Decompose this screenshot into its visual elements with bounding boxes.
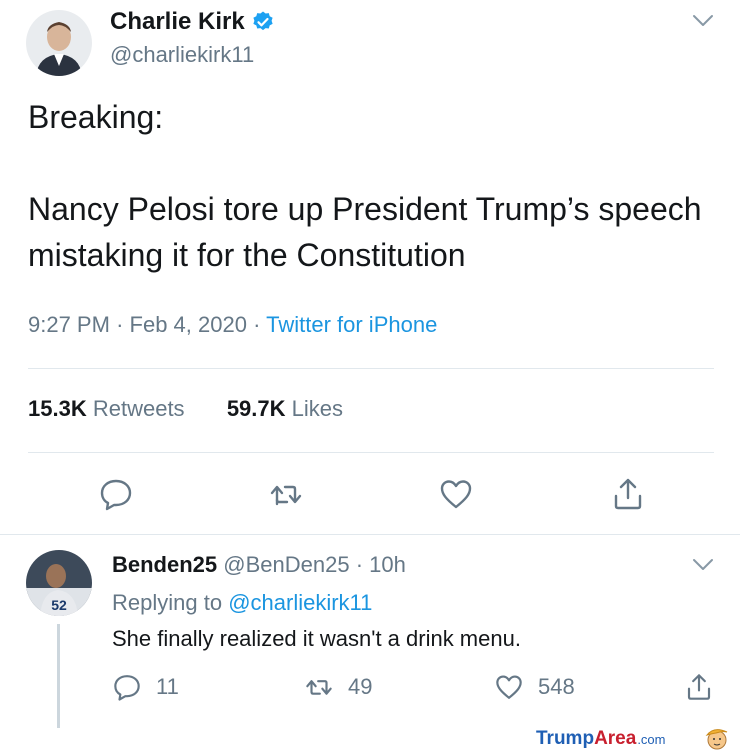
share-icon — [687, 674, 711, 700]
divider — [28, 368, 714, 369]
replying-to-mention-link[interactable]: @charliekirk11 — [228, 590, 372, 615]
likes-stat[interactable]: 59.7K Likes — [227, 396, 343, 421]
tweet-meta: 9:27 PM · Feb 4, 2020 · Twitter for iPho… — [28, 312, 437, 338]
reply-handle[interactable]: @BenDen25 — [223, 552, 349, 577]
reply-display-name[interactable]: Benden25 — [112, 552, 217, 577]
like-heart-icon[interactable] — [438, 476, 474, 512]
tweet-stats: 15.3K Retweets 59.7K Likes — [28, 396, 343, 422]
watermark-logo-icon — [704, 726, 730, 750]
retweet-icon[interactable] — [268, 476, 304, 512]
meta-separator: · — [355, 552, 364, 577]
thread-connector-line — [57, 624, 60, 728]
meta-separator: · — [116, 312, 124, 337]
svg-text:52: 52 — [51, 597, 67, 613]
retweets-stat[interactable]: 15.3K Retweets — [28, 396, 185, 421]
reply-like-button[interactable]: 548 — [494, 672, 575, 702]
retweet-count: 49 — [348, 674, 373, 699]
reply-reply-button[interactable]: 11 — [112, 672, 179, 702]
author-handle[interactable]: @charliekirk11 — [110, 42, 275, 68]
reply-header: Benden25 @BenDen25 · 10h — [112, 552, 406, 578]
tweet-text: Breaking: Nancy Pelosi tore up President… — [28, 99, 702, 273]
reply-icon[interactable] — [98, 476, 134, 512]
author-info: Charlie Kirk @charliekirk11 — [110, 8, 275, 68]
meta-separator: · — [253, 312, 261, 337]
more-options-chevron-down-icon[interactable] — [692, 14, 714, 28]
reply-icon — [114, 675, 140, 701]
reply-author-avatar[interactable]: 52 — [26, 550, 92, 616]
reply-age[interactable]: 10h — [369, 552, 406, 577]
like-count: 548 — [538, 674, 575, 699]
tweet-source-link[interactable]: Twitter for iPhone — [266, 312, 437, 337]
reply-count: 11 — [156, 674, 179, 699]
reply-retweet-button[interactable]: 49 — [304, 672, 372, 702]
reply-text: She finally realized it wasn't a drink m… — [112, 626, 521, 651]
divider — [0, 534, 740, 535]
reply-share-button[interactable] — [684, 672, 728, 702]
site-watermark: Trump Area .com — [536, 728, 666, 749]
retweet-icon — [306, 680, 332, 695]
replying-to-line: Replying to @charliekirk11 — [112, 590, 373, 615]
author-avatar[interactable] — [26, 10, 92, 76]
author-display-name[interactable]: Charlie Kirk — [110, 8, 275, 36]
divider — [28, 452, 714, 453]
like-heart-icon — [496, 675, 522, 699]
share-icon[interactable] — [610, 476, 646, 512]
reply-more-options-chevron-down-icon[interactable] — [692, 558, 714, 572]
verified-badge-icon — [251, 10, 275, 34]
tweet-time[interactable]: 9:27 PM — [28, 312, 110, 337]
tweet-date[interactable]: Feb 4, 2020 — [130, 312, 247, 337]
